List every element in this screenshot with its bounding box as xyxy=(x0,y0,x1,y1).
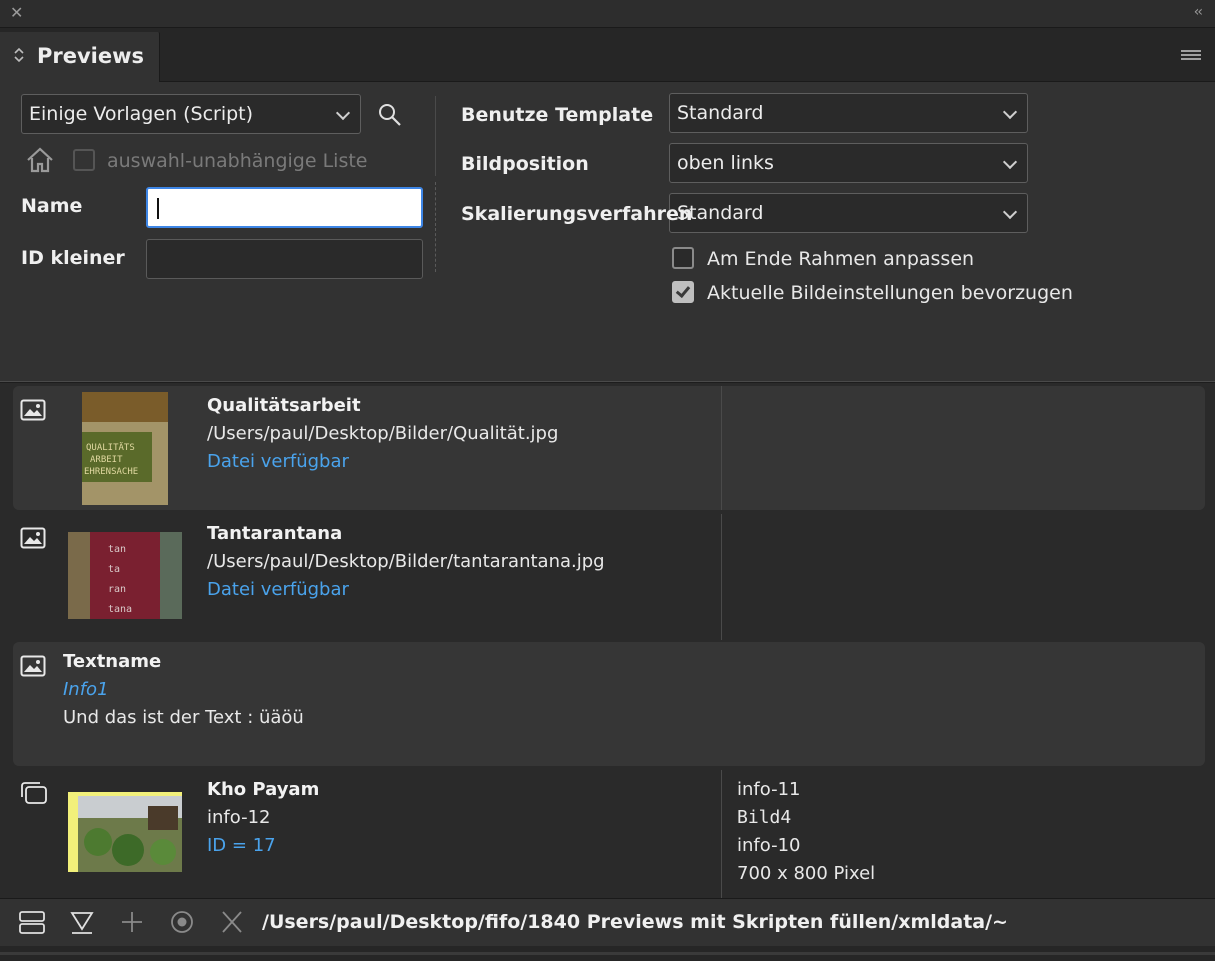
entry-status-link[interactable]: Datei verfügbar xyxy=(207,451,349,472)
panel-menu-icon[interactable] xyxy=(1181,50,1201,62)
thumbnail-qualitaetsarbeit: QUALITÄTS ARBEIT EHRENSACHE xyxy=(82,392,168,505)
entry-text: Und das ist der Text : üäöü xyxy=(63,707,304,728)
fit-frame-checkbox[interactable] xyxy=(672,247,694,269)
list-item[interactable] xyxy=(13,642,1205,766)
entry-id: ID = 17 xyxy=(207,835,276,856)
prefer-current-checkbox[interactable] xyxy=(672,281,694,303)
entry-meta: 700 x 800 Pixel xyxy=(737,863,876,884)
entry-title: Textname xyxy=(63,651,162,672)
entry-status-link[interactable]: Datei verfügbar xyxy=(207,579,349,600)
scaling-select[interactable]: Standard xyxy=(669,193,1028,233)
chevron-down-icon xyxy=(1002,154,1018,170)
filter-icon[interactable] xyxy=(68,909,96,939)
list-item[interactable] xyxy=(13,386,1205,510)
search-icon[interactable] xyxy=(377,102,403,132)
tab-strip: Previews xyxy=(0,28,1215,83)
template-label: Benutze Template xyxy=(461,104,654,126)
svg-text:EHRENSACHE: EHRENSACHE xyxy=(84,467,138,477)
vertical-divider xyxy=(435,96,436,176)
delete-icon[interactable] xyxy=(218,909,246,939)
preset-select-value: Einige Vorlagen (Script) xyxy=(29,103,254,125)
name-field[interactable] xyxy=(146,187,423,228)
id-field[interactable] xyxy=(146,239,423,279)
close-icon[interactable]: ✕ xyxy=(10,3,23,22)
entry-meta: Bild4 xyxy=(737,807,792,828)
record-icon[interactable] xyxy=(168,909,196,939)
add-icon[interactable] xyxy=(118,909,146,939)
tab-previews[interactable]: Previews xyxy=(0,32,160,83)
name-label: Name xyxy=(21,195,83,217)
column-divider xyxy=(721,770,722,898)
home-icon[interactable] xyxy=(25,146,55,178)
entry-info: Info1 xyxy=(63,679,109,700)
entry-title: Tantarantana xyxy=(207,523,343,544)
chevron-down-icon xyxy=(1002,204,1018,220)
entry-path: /Users/paul/Desktop/Bilder/tantarantana.… xyxy=(207,551,605,572)
options-area: Einige Vorlagen (Script) Standard oben l… xyxy=(0,82,1215,382)
entry-meta: info-10 xyxy=(737,835,801,856)
fit-frame-label: Am Ende Rahmen anpassen xyxy=(707,248,975,270)
preview-list[interactable]: QUALITÄTS ARBEIT EHRENSACHE Qualitätsarbei… xyxy=(0,383,1215,898)
position-select-value: oben links xyxy=(677,152,774,174)
independent-list-label: auswahl-unabhängige Liste xyxy=(107,150,368,172)
entry-path: /Users/paul/Desktop/Bilder/Qualität.jpg xyxy=(207,423,559,444)
chevron-down-icon xyxy=(1002,104,1018,120)
svg-text:tana: tana xyxy=(108,604,132,615)
stacked-images-icon xyxy=(20,781,48,809)
svg-text:tan: tan xyxy=(108,544,126,555)
image-icon xyxy=(20,527,46,553)
scaling-label: Skalierungsverfahren xyxy=(461,203,693,225)
image-icon xyxy=(20,399,46,425)
bottom-toolbar: /Users/paul/Desktop/fifo/1840 Previews m… xyxy=(0,898,1215,946)
entry-title: Kho Payam xyxy=(207,779,320,800)
independent-list-checkbox[interactable] xyxy=(73,149,95,171)
id-label: ID kleiner xyxy=(21,247,125,269)
resize-bar[interactable] xyxy=(0,946,1215,961)
collapse-icon[interactable]: ‹‹ xyxy=(1194,4,1203,20)
template-select[interactable]: Standard xyxy=(669,93,1028,133)
checkmark-icon xyxy=(675,282,691,299)
tab-title: Previews xyxy=(37,44,145,68)
image-icon xyxy=(20,655,46,681)
text-caret xyxy=(157,198,159,219)
entry-title: Qualitätsarbeit xyxy=(207,395,361,416)
svg-text:ta: ta xyxy=(108,564,120,575)
svg-text:ARBEIT: ARBEIT xyxy=(90,455,123,465)
svg-text:ran: ran xyxy=(108,584,126,595)
thumbnail-kho-payam xyxy=(68,792,182,872)
entry-info: info-12 xyxy=(207,807,271,828)
position-label: Bildposition xyxy=(461,153,589,175)
footer-path: /Users/paul/Desktop/fifo/1840 Previews m… xyxy=(262,911,1008,933)
column-divider xyxy=(721,386,722,510)
column-divider xyxy=(721,514,722,640)
preset-select[interactable]: Einige Vorlagen (Script) xyxy=(21,94,361,134)
vertical-divider-dashed xyxy=(435,182,436,272)
prefer-current-label: Aktuelle Bildeinstellungen bevorzugen xyxy=(707,282,1073,304)
thumbnail-tantarantana: tan ta ran tana xyxy=(68,532,182,619)
position-select[interactable]: oben links xyxy=(669,143,1028,183)
chevron-down-icon xyxy=(335,105,351,121)
panel-titlebar: ✕ ‹‹ xyxy=(0,0,1215,28)
svg-text:QUALITÄTS: QUALITÄTS xyxy=(86,442,135,453)
layout-rows-icon[interactable] xyxy=(18,909,46,939)
resize-grip[interactable] xyxy=(0,952,1215,955)
updown-arrows-icon xyxy=(14,47,24,64)
entry-meta: info-11 xyxy=(737,779,801,800)
template-select-value: Standard xyxy=(677,102,764,124)
